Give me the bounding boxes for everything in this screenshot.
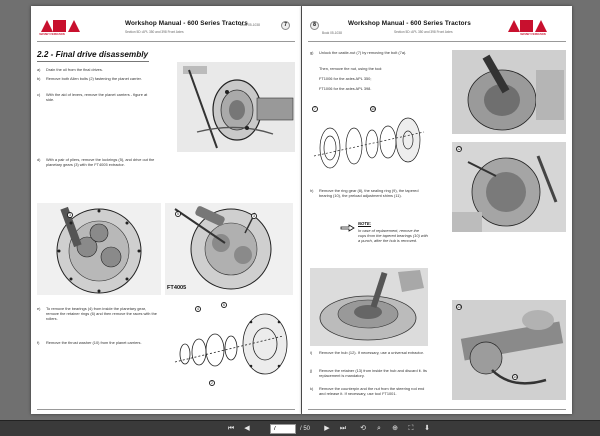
- exploded-view-drawing: 4 6 2: [165, 300, 295, 400]
- prev-page-icon[interactable]: ◀: [242, 424, 252, 434]
- fit-icon[interactable]: ⛶: [406, 424, 416, 434]
- castle-nut-photo: [452, 50, 566, 134]
- viewer-toolbar: ⏮ ◀ / 50 ▶ ⏭ ⟲ ⌕ ⊕ ⛶ ⬇: [0, 420, 600, 436]
- page-header-right: 8 Workshop Manual - 600 Series Tractors …: [308, 20, 566, 42]
- ring-gear-removal-photo: 12: [452, 142, 566, 232]
- ft4005-extractor-photo: 5 3 FT4005: [165, 203, 293, 295]
- brand-logo: MASSEY FERGUSON: [37, 20, 99, 40]
- brand-logo-right: MASSEY FERGUSON: [504, 20, 566, 40]
- tool-label: FT4005: [167, 285, 187, 291]
- callout-4: 4: [195, 306, 201, 312]
- download-icon[interactable]: ⬇: [422, 424, 432, 434]
- callout-2: 2: [209, 380, 215, 386]
- callout-5: 5: [175, 211, 181, 217]
- page-header: MASSEY FERGUSON Workshop Manual - 600 Se…: [37, 20, 295, 42]
- callout-3: 3: [67, 212, 73, 218]
- right-page: 8 Workshop Manual - 600 Series Tractors …: [302, 6, 572, 414]
- book-code: Book 05-1038: [240, 23, 260, 27]
- note-hand-icon: [340, 220, 356, 232]
- header-title: Workshop Manual - 600 Series Tractors: [125, 20, 248, 27]
- first-page-icon[interactable]: ⏮: [226, 424, 236, 434]
- callout-7: 7: [312, 106, 318, 112]
- next-page-icon[interactable]: ▶: [322, 424, 332, 434]
- planet-carrier-removal-photo: [177, 62, 295, 152]
- page-number-input[interactable]: [270, 424, 296, 434]
- callout-10: 10: [370, 106, 376, 112]
- document-viewer: MASSEY FERGUSON Workshop Manual - 600 Se…: [0, 0, 600, 420]
- note-text: In case of replacement, remove the cups …: [358, 228, 428, 244]
- section-title: 2.2 - Final drive disassembly: [37, 50, 149, 59]
- callout-6: 6: [221, 302, 227, 308]
- hub-removal-photo: [310, 268, 428, 346]
- last-page-icon[interactable]: ⏭: [338, 424, 348, 434]
- callout-12: 12: [456, 146, 462, 152]
- header-subtitle: Section 5D: APL 350 and 398 Front Axles: [125, 30, 184, 34]
- page-number-badge: 7: [281, 21, 290, 30]
- zoom-icon[interactable]: ⊕: [390, 424, 400, 434]
- book-code-right: Book 05-1038: [322, 31, 342, 35]
- rotate-icon[interactable]: ⟲: [358, 424, 368, 434]
- callout-14: 14: [512, 374, 518, 380]
- callout-13: 13: [456, 304, 462, 310]
- callout-3b: 3: [251, 213, 257, 219]
- left-page: MASSEY FERGUSON Workshop Manual - 600 Se…: [31, 6, 301, 414]
- header-title-right: Workshop Manual - 600 Series Tractors: [348, 20, 471, 27]
- page-number-badge-right: 8: [310, 21, 319, 30]
- search-icon[interactable]: ⌕: [374, 424, 384, 434]
- header-subtitle-right: Section 5D: APL 350 and 398 Front Axles: [394, 30, 453, 34]
- total-pages: / 50: [300, 426, 311, 432]
- steering-rod-photo: 13 14: [452, 300, 566, 400]
- planetary-gears-photo: 3: [37, 203, 161, 295]
- hub-exploded-drawing: 7 10: [310, 104, 428, 182]
- note-label: NOTE:: [358, 221, 372, 226]
